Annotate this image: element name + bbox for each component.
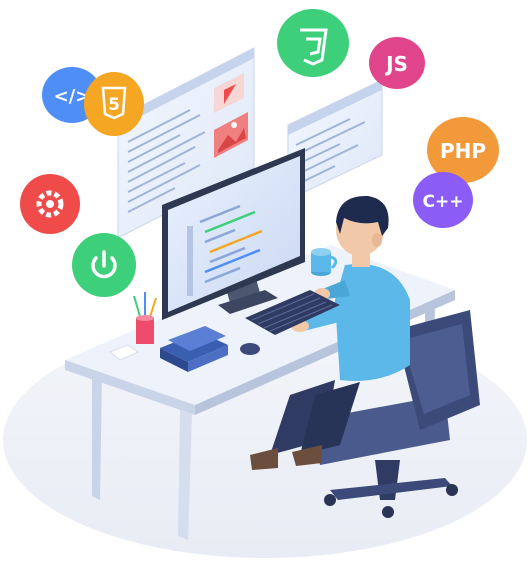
cpp-badge: C++: [413, 172, 473, 228]
pencil-cup: [133, 292, 157, 344]
html5-badge: 5: [84, 72, 144, 136]
php-icon: PHP: [440, 139, 486, 163]
js-badge: JS: [369, 37, 425, 89]
javascript-icon: JS: [384, 52, 408, 76]
cpp-icon: C++: [423, 192, 464, 212]
developer-illustration: </> 5 JS PHP C++: [3, 9, 527, 558]
svg-text:5: 5: [108, 95, 120, 115]
mouse: [240, 343, 260, 355]
css3-badge: [277, 9, 349, 77]
gear-badge: [20, 174, 80, 234]
power-badge: [72, 233, 136, 297]
